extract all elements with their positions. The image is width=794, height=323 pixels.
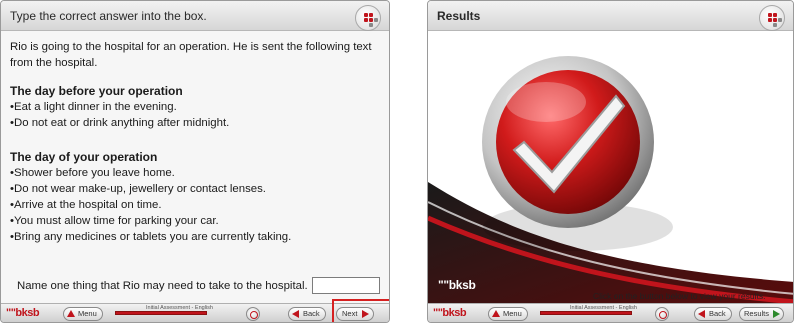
question-window: Type the correct answer into the box. Ri… [0, 0, 390, 323]
progress-bar [115, 311, 207, 315]
back-arrow-icon [698, 310, 705, 318]
intro-text: Rio is going to the hospital for an oper… [10, 41, 372, 69]
back-arrow-icon [292, 310, 299, 318]
list-item: You must allow time for parking your car… [10, 213, 379, 229]
assessment-title: Initial Assessment - English [146, 305, 213, 311]
list-item: Arrive at the hospital on time. [10, 197, 379, 213]
footer-logo: ""bksb [6, 307, 40, 319]
question-row: Name one thing that Rio may need to take… [17, 277, 380, 294]
footer-bar: ""bksb Menu Initial Assessment - English… [1, 303, 389, 322]
results-illustration [428, 32, 793, 303]
checkmark-icon [428, 32, 793, 303]
question-content: Rio is going to the hospital for an oper… [10, 39, 379, 255]
results-arrow-icon [773, 310, 781, 318]
back-label: Back [709, 309, 726, 318]
list-item: Do not wear make-up, jewellery or contac… [10, 181, 379, 197]
back-label: Back [303, 309, 320, 318]
list-item: Eat a light dinner in the evening. [10, 99, 379, 115]
menu-label: Menu [503, 309, 522, 318]
help-icon[interactable] [246, 307, 260, 321]
results-header: Results [428, 1, 793, 31]
help-icon[interactable] [655, 307, 669, 321]
bksb-badge-icon [759, 5, 785, 31]
menu-icon [67, 310, 75, 317]
footer-logo: ""bksb [433, 307, 467, 319]
back-button[interactable]: Back [288, 307, 326, 321]
question-header: Type the correct answer into the box. [1, 1, 389, 31]
results-window: Results ""bksb Click on the button below… [427, 0, 794, 323]
results-caption: Click on the button below to view your r… [593, 291, 766, 301]
section-heading: The day before your operation [10, 84, 183, 98]
results-title: Results [437, 9, 481, 23]
footer-bar: ""bksb Menu Initial Assessment - English… [428, 303, 793, 322]
section-heading: The day of your operation [10, 150, 158, 164]
next-highlight-box [332, 299, 389, 322]
question-text: Name one thing that Rio may need to take… [17, 279, 308, 292]
instruction-text: Type the correct answer into the box. [10, 9, 207, 23]
progress-bar [540, 311, 632, 315]
back-button[interactable]: Back [694, 307, 732, 321]
menu-icon [492, 310, 500, 317]
answer-input[interactable] [311, 277, 380, 294]
list-item: Bring any medicines or tablets you are c… [10, 229, 379, 245]
list-item: Do not eat or drink anything after midni… [10, 115, 379, 131]
instruction-list: Eat a light dinner in the evening. Do no… [10, 99, 379, 131]
list-item: Shower before you leave home. [10, 165, 379, 181]
brand-logo: ""bksb [438, 278, 476, 292]
results-button[interactable]: Results [739, 307, 785, 321]
bksb-badge-icon [355, 5, 381, 31]
assessment-title: Initial Assessment - English [570, 305, 637, 311]
results-label: Results [744, 309, 770, 318]
menu-label: Menu [78, 309, 97, 318]
menu-button[interactable]: Menu [488, 307, 528, 321]
menu-button[interactable]: Menu [63, 307, 103, 321]
instruction-list: Shower before you leave home. Do not wea… [10, 165, 379, 245]
